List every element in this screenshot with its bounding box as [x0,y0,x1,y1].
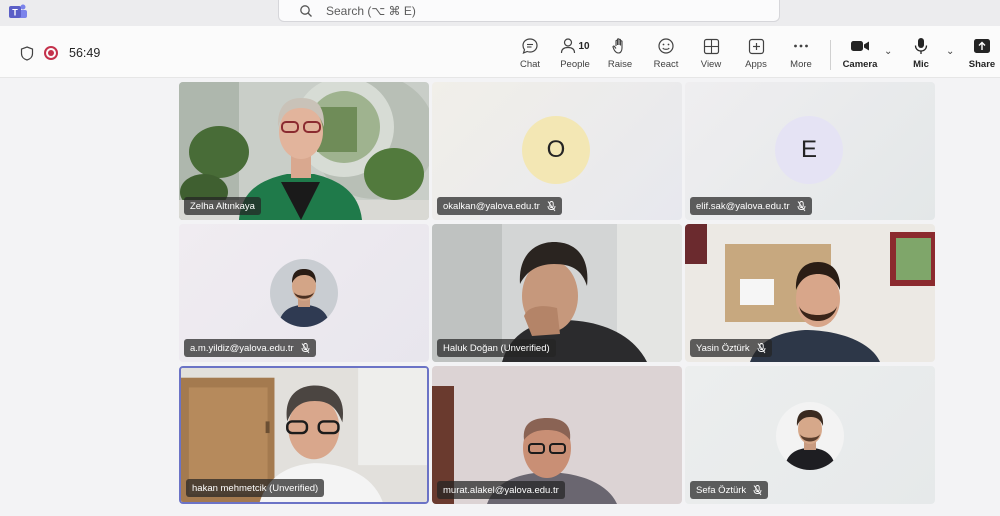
smiley-icon [658,38,674,54]
more-dots-icon [794,44,808,48]
people-icon [561,38,576,54]
participant-name: Zelha Altınkaya [190,200,255,212]
participant-tile-okalkan[interactable]: O okalkan@yalova.edu.tr [432,82,682,220]
participant-tile-hakan-mehmetcik[interactable]: hakan mehmetcik (Unverified) [179,366,429,504]
people-label: People [560,59,590,70]
share-button[interactable]: Share [966,36,998,76]
more-label: More [790,59,812,70]
participant-name: a.m.yildiz@yalova.edu.tr [190,342,294,354]
share-label: Share [968,59,996,70]
meeting-timer: 56:49 [69,46,101,60]
participant-name: Sefa Öztürk [696,484,747,496]
people-button[interactable]: 10 People [556,36,594,76]
more-button[interactable]: More [786,36,816,76]
participant-name-tag: Haluk Doğan (Unverified) [437,339,556,357]
toolbar-divider [830,40,831,70]
mic-off-icon [757,342,766,353]
chat-label: Chat [519,59,541,70]
apps-button[interactable]: Apps [740,36,772,76]
participant-tile-elif-sak[interactable]: E elif.sak@yalova.edu.tr [685,82,935,220]
share-screen-icon [974,39,990,53]
search-placeholder: Search (⌥ ⌘ E) [326,4,416,18]
participant-name: murat.alakel@yalova.edu.tr [443,484,559,496]
participant-name-tag: Sefa Öztürk [690,481,769,499]
raise-hand-icon [612,38,623,54]
participant-name-tag: hakan mehmetcik (Unverified) [186,479,325,497]
mic-options-chevron-icon[interactable]: ⌄ [946,46,954,57]
participant-tile-murat-alakel[interactable]: murat.alakel@yalova.edu.tr [432,366,682,504]
avatar-initial: E [800,136,817,163]
search-icon [300,5,312,17]
mic-off-icon [301,342,310,353]
mic-off-icon [753,484,762,495]
avatar: O [522,116,590,184]
react-label: React [653,59,679,70]
grid-view-icon [703,38,719,54]
meeting-toolbar: 56:49 Chat 10 People Raise React View Ap… [0,26,1000,78]
react-button[interactable]: React [650,36,682,76]
people-count: 10 [578,40,590,52]
avatar-initial: O [546,136,566,163]
chat-icon [522,38,538,55]
participant-tile-haluk-dogan[interactable]: Haluk Doğan (Unverified) [432,224,682,362]
mic-off-icon [797,200,806,211]
add-apps-icon [748,38,764,54]
microphone-icon [914,38,928,54]
participant-name-tag: elif.sak@yalova.edu.tr [690,197,812,215]
participant-tile-sefa-ozturk[interactable]: Sefa Öztürk [685,366,935,504]
participant-name: Yasin Öztürk [696,342,750,354]
view-button[interactable]: View [696,36,726,76]
camera-label: Camera [842,59,878,70]
raise-hand-button[interactable]: Raise [604,36,636,76]
video-camera-icon [851,41,869,51]
shield-icon[interactable] [20,46,34,61]
camera-button[interactable]: Camera [840,36,880,76]
participant-tile-zelha[interactable]: Zelha Altınkaya [179,82,429,220]
svg-text:T: T [12,8,18,18]
mic-off-icon [547,200,556,211]
participant-name-tag: Zelha Altınkaya [184,197,261,215]
participant-name-tag: okalkan@yalova.edu.tr [437,197,562,215]
search-bar[interactable]: Search (⌥ ⌘ E) [278,0,780,22]
title-bar: T Search (⌥ ⌘ E) [0,0,1000,26]
view-label: View [700,59,722,70]
participant-name-tag: murat.alakel@yalova.edu.tr [437,481,565,499]
mic-button[interactable]: Mic [906,36,936,76]
teams-logo-icon[interactable]: T [8,3,28,21]
participant-name: okalkan@yalova.edu.tr [443,200,540,212]
avatar [270,259,338,327]
profile-photo [776,402,844,470]
participant-name: Haluk Doğan (Unverified) [443,342,550,354]
participant-name: elif.sak@yalova.edu.tr [696,200,790,212]
participant-tile-am-yildiz[interactable]: a.m.yildiz@yalova.edu.tr [179,224,429,362]
profile-photo [270,259,338,327]
raise-label: Raise [607,59,633,70]
avatar [776,402,844,470]
participant-name-tag: a.m.yildiz@yalova.edu.tr [184,339,316,357]
participant-name-tag: Yasin Öztürk [690,339,772,357]
mic-label: Mic [913,59,929,70]
avatar: E [775,116,843,184]
recording-icon [44,46,58,60]
camera-options-chevron-icon[interactable]: ⌄ [884,46,892,57]
apps-label: Apps [745,59,767,70]
participant-tile-yasin-ozturk[interactable]: Yasin Öztürk [685,224,935,362]
participant-name: hakan mehmetcik (Unverified) [192,482,319,494]
chat-button[interactable]: Chat [513,36,547,76]
